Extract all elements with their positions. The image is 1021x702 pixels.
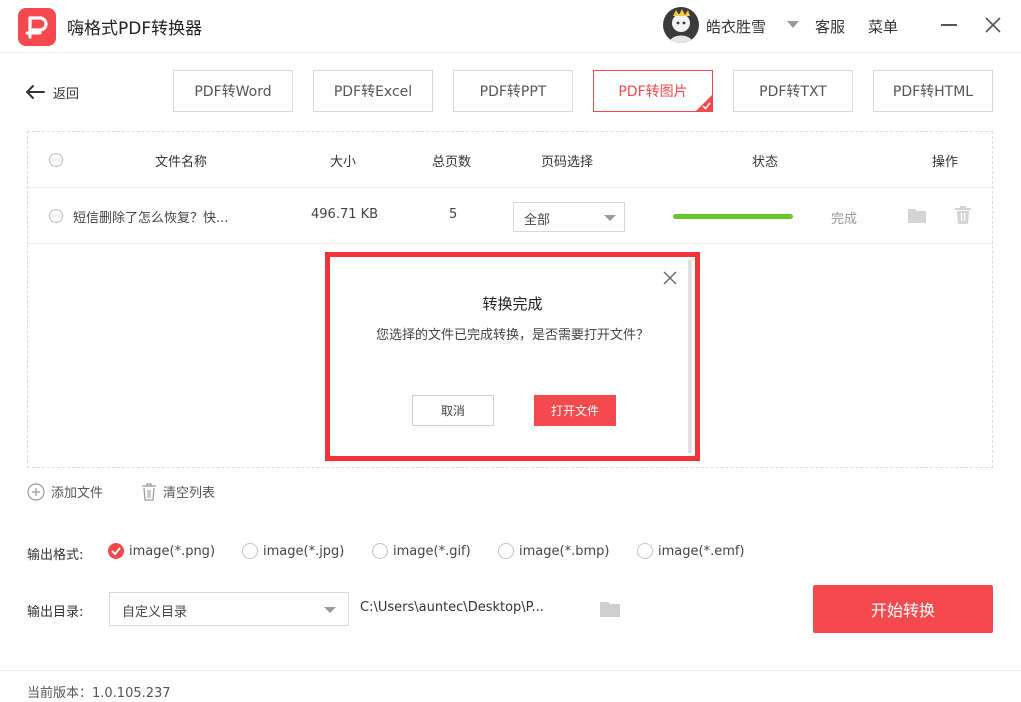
status-text: 完成 [831, 212, 858, 227]
col-header-actions: 操作 [932, 155, 959, 170]
tab-label: PDF转TXT [759, 84, 827, 100]
menu-link[interactable]: 菜单 [868, 16, 898, 37]
back-label: 返回 [53, 86, 80, 102]
customer-service-link[interactable]: 客服 [815, 16, 845, 37]
tab-label: PDF转Word [194, 84, 272, 100]
delete-icon[interactable] [955, 206, 971, 224]
row-select-radio[interactable] [49, 209, 63, 223]
open-file-button[interactable]: 打开文件 [534, 395, 616, 426]
format-option-gif[interactable]: image(*.gif) [372, 543, 471, 559]
format-option-png[interactable]: image(*.png) [108, 543, 215, 559]
format-label: image(*.png) [129, 543, 216, 559]
format-label: image(*.emf) [658, 543, 745, 559]
file-name: 短信删除了怎么恢复？快... [73, 211, 229, 226]
progress-fill [673, 214, 793, 219]
radio-unchecked-icon [637, 543, 653, 559]
col-header-status: 状态 [752, 155, 779, 170]
output-dir-label: 输出目录: [27, 605, 84, 620]
col-header-name: 文件名称 [155, 155, 208, 170]
radio-unchecked-icon [498, 543, 514, 559]
page-range-select[interactable]: 全部 [513, 202, 625, 232]
avatar-image-icon [663, 7, 699, 43]
dialog-close-icon[interactable] [663, 271, 677, 285]
radio-unchecked-icon [242, 543, 258, 559]
tab-label: PDF转PPT [479, 84, 547, 100]
page-count: 5 [449, 207, 458, 222]
clear-list-button[interactable]: 清空列表 [141, 482, 215, 501]
format-option-bmp[interactable]: image(*.bmp) [498, 543, 609, 559]
chevron-down-icon [604, 215, 616, 221]
dialog-title: 转换完成 [482, 295, 543, 313]
arrow-left-icon [26, 85, 45, 99]
col-header-size: 大小 [330, 155, 357, 170]
chevron-down-icon [324, 607, 336, 613]
close-window-icon[interactable] [984, 16, 1002, 34]
checkmark-icon [702, 102, 711, 110]
table-header: 文件名称 大小 总页数 页码选择 状态 操作 [28, 132, 992, 188]
page-range-value: 全部 [524, 213, 551, 228]
footer-divider [0, 670, 1021, 671]
trash-icon [142, 482, 156, 501]
start-conversion-button[interactable]: 开始转换 [813, 585, 993, 633]
table-row: 短信删除了怎么恢复？快... 496.71 KB 5 全部 完成 [28, 188, 992, 244]
open-folder-icon[interactable] [908, 208, 926, 223]
conversion-complete-dialog: 转换完成 您选择的文件已完成转换，是否需要打开文件？ 取消 打开文件 [333, 260, 692, 453]
output-format-label: 输出格式: [27, 548, 84, 563]
tab-pdf-to-word[interactable]: PDF转Word [173, 70, 293, 112]
minimize-icon[interactable] [941, 24, 957, 26]
col-header-pages: 总页数 [432, 155, 472, 170]
app-logo [18, 8, 56, 46]
app-title: 嗨格式PDF转换器 [67, 19, 203, 39]
logo-p-icon [25, 16, 48, 39]
username[interactable]: 皓衣胜雪 [706, 16, 766, 37]
tab-pdf-to-ppt[interactable]: PDF转PPT [453, 70, 573, 112]
tab-pdf-to-txt[interactable]: PDF转TXT [733, 70, 853, 112]
version-text: 当前版本：1.0.105.237 [27, 686, 171, 701]
plus-circle-icon [27, 482, 45, 501]
tab-label: PDF转HTML [892, 84, 974, 100]
file-size: 496.71 KB [311, 207, 379, 222]
cancel-button[interactable]: 取消 [412, 395, 494, 426]
header-divider [0, 52, 1021, 53]
conversion-progress-bar [673, 214, 793, 219]
conversion-complete-dialog-highlight: 转换完成 您选择的文件已完成转换，是否需要打开文件？ 取消 打开文件 [325, 252, 700, 461]
user-dropdown-icon[interactable] [787, 21, 799, 28]
tab-pdf-to-excel[interactable]: PDF转Excel [313, 70, 433, 112]
tab-pdf-to-image[interactable]: PDF转图片 [593, 70, 713, 112]
title-bar: 嗨格式PDF转换器 皓衣胜雪 客服 菜单 [0, 0, 1021, 52]
format-label: image(*.bmp) [519, 543, 610, 559]
clear-list-label: 清空列表 [163, 486, 216, 501]
tab-label: PDF转Excel [333, 84, 413, 100]
select-all-radio[interactable] [49, 153, 63, 167]
user-avatar[interactable] [663, 7, 699, 43]
format-label: image(*.jpg) [263, 543, 345, 559]
col-header-page-select: 页码选择 [541, 155, 594, 170]
radio-unchecked-icon [372, 543, 388, 559]
add-file-label: 添加文件 [51, 486, 104, 501]
format-option-emf[interactable]: image(*.emf) [637, 543, 745, 559]
browse-folder-icon[interactable] [600, 601, 620, 617]
format-label: image(*.gif) [393, 543, 471, 559]
tab-pdf-to-html[interactable]: PDF转HTML [873, 70, 993, 112]
format-option-jpg[interactable]: image(*.jpg) [242, 543, 344, 559]
dialog-message: 您选择的文件已完成转换，是否需要打开文件？ [375, 328, 649, 343]
output-dir-select[interactable]: 自定义目录 [109, 592, 349, 626]
output-dir-path: C:\Users\auntec\Desktop\P... [360, 600, 544, 615]
back-button[interactable]: 返回 [25, 80, 79, 104]
add-file-button[interactable]: 添加文件 [27, 482, 103, 501]
radio-checked-icon [108, 543, 124, 559]
output-dir-value: 自定义目录 [122, 605, 188, 620]
tab-label: PDF转图片 [618, 84, 688, 100]
